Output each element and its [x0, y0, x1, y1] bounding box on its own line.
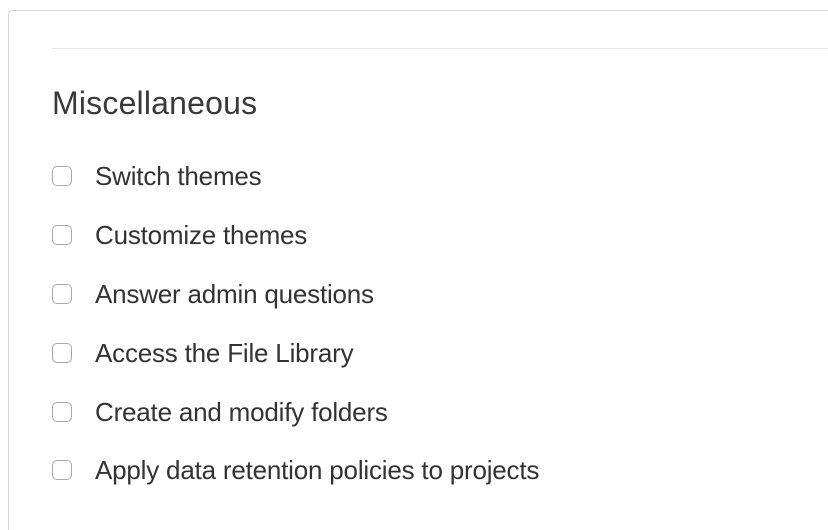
section-divider [52, 48, 828, 49]
option-label: Switch themes [95, 161, 262, 192]
permissions-panel: Miscellaneous Switch themes Customize th… [8, 10, 828, 530]
option-switch-themes[interactable]: Switch themes [52, 147, 539, 206]
option-label: Create and modify folders [95, 396, 388, 427]
answer-admin-questions-checkbox[interactable] [52, 283, 72, 304]
option-create-modify-folders[interactable]: Create and modify folders [52, 382, 539, 441]
option-customize-themes[interactable]: Customize themes [52, 206, 539, 265]
option-answer-admin-questions[interactable]: Answer admin questions [52, 265, 539, 324]
create-modify-folders-checkbox[interactable] [52, 401, 72, 422]
customize-themes-checkbox[interactable] [52, 225, 72, 246]
access-file-library-checkbox[interactable] [52, 342, 72, 363]
option-label: Access the File Library [95, 337, 354, 368]
option-apply-data-retention[interactable]: Apply data retention policies to project… [52, 441, 539, 500]
switch-themes-checkbox[interactable] [52, 166, 72, 187]
option-label: Apply data retention policies to project… [95, 455, 540, 486]
option-label: Answer admin questions [95, 278, 374, 309]
option-label: Customize themes [95, 220, 308, 251]
option-access-file-library[interactable]: Access the File Library [52, 323, 539, 382]
apply-data-retention-checkbox[interactable] [52, 460, 72, 481]
section-title: Miscellaneous [52, 85, 258, 121]
options-list: Switch themes Customize themes Answer ad… [52, 147, 539, 500]
